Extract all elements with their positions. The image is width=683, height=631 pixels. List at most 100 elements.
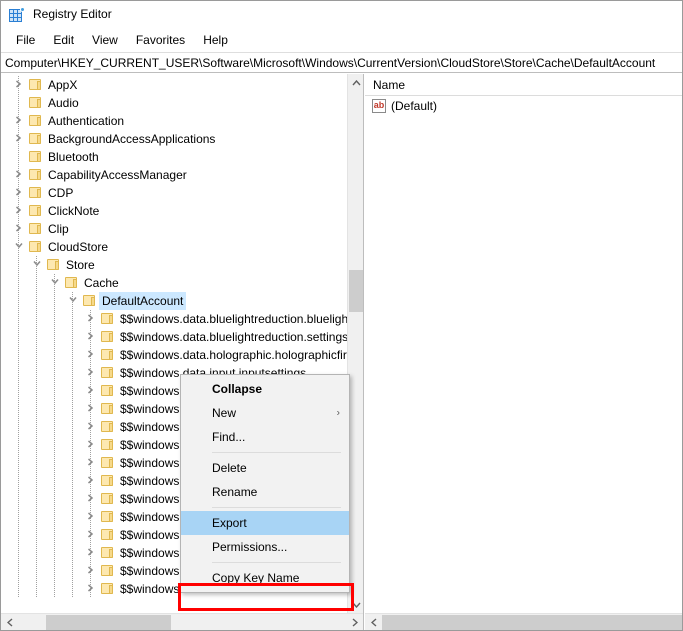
context-menu-item-label: Delete (212, 461, 247, 475)
chevron-right-icon[interactable] (11, 220, 27, 238)
menu-favorites[interactable]: Favorites (127, 30, 194, 50)
chevron-right-icon[interactable] (11, 166, 27, 184)
tree-item[interactable]: Audio (1, 94, 348, 112)
tree-item-label: CapabilityAccessManager (48, 168, 187, 182)
tree-item[interactable]: Cache (1, 274, 348, 292)
folder-icon (99, 526, 117, 544)
values-hscroll-thumb[interactable] (382, 615, 682, 630)
tree-guide-line (54, 346, 55, 364)
tree-item[interactable]: Bluetooth (1, 148, 348, 166)
tree-guide-line (36, 274, 37, 292)
chevron-right-icon[interactable] (83, 580, 99, 598)
context-menu-item-delete[interactable]: Delete (181, 456, 349, 480)
chevron-right-icon[interactable] (83, 472, 99, 490)
tree-guide-line (18, 274, 19, 292)
tree-guide-line (54, 364, 55, 382)
context-menu-item-find[interactable]: Find... (181, 425, 349, 449)
tree-guide-line (72, 490, 73, 508)
chevron-down-icon[interactable] (11, 238, 27, 256)
tree-horizontal-scrollbar[interactable] (1, 613, 363, 630)
column-header-name[interactable]: Name (365, 78, 405, 92)
tree-item[interactable]: BackgroundAccessApplications (1, 130, 348, 148)
chevron-right-icon[interactable] (83, 310, 99, 328)
chevron-down-icon[interactable] (47, 274, 63, 292)
chevron-right-icon[interactable] (11, 202, 27, 220)
menu-help[interactable]: Help (194, 30, 237, 50)
tree-guide-line (72, 544, 73, 562)
chevron-right-icon[interactable] (83, 400, 99, 418)
chevron-right-icon[interactable] (11, 184, 27, 202)
tree-item-label: Cache (84, 276, 119, 290)
tree-item[interactable]: CloudStore (1, 238, 348, 256)
folder-icon (99, 382, 117, 400)
chevron-right-icon[interactable] (11, 76, 27, 94)
values-scroll-left-arrow[interactable] (365, 614, 382, 630)
chevron-right-icon[interactable] (11, 130, 27, 148)
tree-guide-line (54, 382, 55, 400)
tree-guide-line (36, 454, 37, 472)
scroll-down-arrow[interactable] (348, 596, 363, 613)
tree-item[interactable]: Authentication (1, 112, 348, 130)
chevron-right-icon[interactable] (11, 112, 27, 130)
chevron-right-icon[interactable] (83, 508, 99, 526)
chevron-right-icon[interactable] (83, 454, 99, 472)
tree-guide-line (18, 508, 19, 526)
chevron-right-icon[interactable] (83, 418, 99, 436)
tree-guide-line (54, 418, 55, 436)
tree-item-selected[interactable]: DefaultAccount (1, 292, 348, 310)
tree-guide-line (18, 400, 19, 418)
tree-item[interactable]: $$windows.data.holographic.holographicfi… (1, 346, 348, 364)
scroll-right-arrow[interactable] (346, 614, 363, 630)
values-column-header[interactable]: Name (365, 74, 682, 96)
chevron-right-icon[interactable] (83, 382, 99, 400)
chevron-right-icon[interactable] (83, 346, 99, 364)
tree-item[interactable]: ClickNote (1, 202, 348, 220)
address-bar[interactable]: Computer\HKEY_CURRENT_USER\Software\Micr… (1, 52, 682, 73)
tree-item[interactable]: CDP (1, 184, 348, 202)
tree-item[interactable]: AppX (1, 76, 348, 94)
context-menu-item-label: Collapse (212, 382, 263, 396)
scroll-left-arrow[interactable] (1, 614, 18, 630)
menu-view[interactable]: View (83, 30, 127, 50)
menu-edit[interactable]: Edit (44, 30, 83, 50)
values-horizontal-scrollbar[interactable] (365, 613, 682, 630)
folder-icon (99, 490, 117, 508)
chevron-down-icon[interactable] (29, 256, 45, 274)
tree-item[interactable]: Clip (1, 220, 348, 238)
tree-item-label: Authentication (48, 114, 125, 128)
tree-guide-line (72, 562, 73, 580)
chevron-right-icon[interactable] (83, 436, 99, 454)
tree-hscroll-thumb[interactable] (46, 615, 171, 630)
context-menu-item-new[interactable]: New › (181, 401, 349, 425)
context-menu-item-permissions[interactable]: Permissions... (181, 535, 349, 559)
context-menu-item-rename[interactable]: Rename (181, 480, 349, 504)
context-menu-item-collapse[interactable]: Collapse (181, 377, 349, 401)
chevron-right-icon[interactable] (83, 328, 99, 346)
tree-guide-line (54, 490, 55, 508)
chevron-right-icon[interactable] (83, 526, 99, 544)
tree-item[interactable]: $$windows.data.bluelightreduction.settin… (1, 328, 348, 346)
chevron-right-icon[interactable] (83, 490, 99, 508)
folder-icon (99, 364, 117, 382)
tree-guide-line (72, 328, 73, 346)
chevron-right-icon[interactable] (83, 562, 99, 580)
chevron-right-icon[interactable] (83, 364, 99, 382)
tree-guide-line (54, 436, 55, 454)
tree-guide-line (18, 436, 19, 454)
chevron-down-icon[interactable] (65, 292, 81, 310)
value-row[interactable]: (Default) (365, 96, 682, 115)
tree-guide-line (72, 454, 73, 472)
context-menu-item-export[interactable]: Export (181, 511, 349, 535)
context-menu-item-copykeyname[interactable]: Copy Key Name (181, 566, 349, 590)
scroll-up-arrow[interactable] (348, 74, 363, 91)
tree-guide-line (54, 526, 55, 544)
tree-guide-line (18, 454, 19, 472)
tree-guide-line (18, 346, 19, 364)
tree-item[interactable]: CapabilityAccessManager (1, 166, 348, 184)
chevron-right-icon[interactable] (83, 544, 99, 562)
menu-file[interactable]: File (7, 30, 44, 50)
tree-item[interactable]: $$windows.data.bluelightreduction.blueli… (1, 310, 348, 328)
tree-guide-line (54, 562, 55, 580)
tree-scroll-thumb[interactable] (349, 270, 363, 312)
tree-item[interactable]: Store (1, 256, 348, 274)
